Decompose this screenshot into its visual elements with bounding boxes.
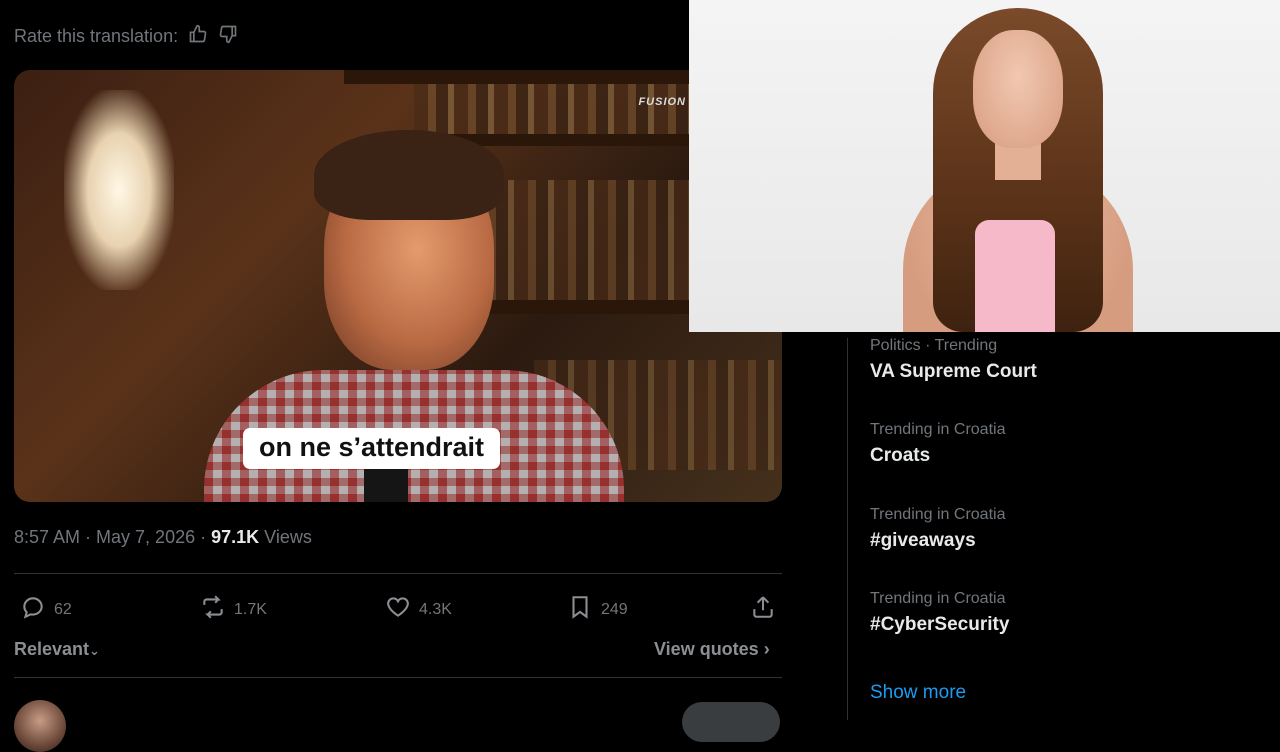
reply-sort-label: Relevant (14, 639, 90, 659)
presenter-face (973, 30, 1063, 148)
trend-name: #giveaways (870, 530, 976, 551)
heart-icon (385, 594, 411, 625)
show-more-link[interactable]: Show more (870, 682, 966, 704)
view-quotes-label: View quotes (654, 639, 759, 659)
tweet-timestamp[interactable]: 8:57 AM · May 7, 2026 · (14, 527, 211, 547)
view-quotes-link[interactable]: View quotes › (654, 639, 770, 660)
share-icon (750, 594, 776, 625)
more-options-icon[interactable]: ⋮ (1272, 593, 1280, 614)
more-options-icon[interactable]: ⋮ (1272, 340, 1280, 361)
trend-category: Trending in Croatia (870, 421, 1006, 438)
divider (14, 677, 782, 678)
bookmark-button[interactable]: 249 (567, 594, 628, 625)
reply-submit-button[interactable] (682, 702, 780, 742)
webcam-overlay (689, 0, 1280, 332)
trend-item[interactable]: Trending in Croatia #giveaways (870, 506, 1005, 552)
trend-category: Trending in Croatia (870, 590, 1006, 607)
views-label: Views (259, 527, 312, 547)
video-caption: on ne s’attendrait (243, 428, 501, 469)
avatar[interactable] (14, 700, 66, 752)
thumbs-down-icon[interactable] (218, 24, 238, 49)
trend-name: Croats (870, 445, 931, 466)
rate-translation-label: Rate this translation: (14, 26, 179, 46)
more-options-icon[interactable]: ⋮ (1272, 509, 1280, 530)
video-watermark: FUSION (638, 96, 686, 108)
chevron-right-icon: › (763, 639, 770, 659)
more-options-icon[interactable]: ⋮ (1272, 424, 1280, 445)
rate-translation-row: Rate this translation: (14, 24, 238, 49)
trend-item[interactable]: Politics · Trending VA Supreme Court (870, 337, 1037, 383)
like-count: 4.3K (419, 600, 452, 618)
background-window (64, 90, 174, 290)
bookmark-icon (567, 594, 593, 625)
trend-category: Trending in Croatia (870, 506, 1006, 523)
share-button[interactable] (750, 594, 776, 625)
column-divider (847, 338, 848, 720)
hair (314, 130, 504, 220)
bookmark-count: 249 (601, 600, 628, 618)
views-count: 97.1K (211, 527, 260, 547)
video-player[interactable]: FUSION on ne s’attendrait (14, 70, 782, 502)
reply-button[interactable]: 62 (20, 594, 72, 625)
reply-sort-dropdown[interactable]: Relevant⌄ (14, 639, 100, 660)
repost-count: 1.7K (234, 600, 267, 618)
presenter-top (975, 220, 1055, 332)
repost-button[interactable]: 1.7K (200, 594, 267, 625)
repost-icon (200, 594, 226, 625)
tweet-meta: 8:57 AM · May 7, 2026 · 97.1K Views (14, 527, 312, 548)
reply-icon (20, 594, 46, 625)
thumbs-up-icon[interactable] (188, 24, 208, 49)
divider (14, 573, 782, 574)
reply-count: 62 (54, 600, 72, 618)
trend-item[interactable]: Trending in Croatia Croats (870, 421, 1005, 467)
like-button[interactable]: 4.3K (385, 594, 452, 625)
trend-item[interactable]: Trending in Croatia #CyberSecurity (870, 590, 1009, 636)
trend-name: #CyberSecurity (870, 614, 1010, 635)
chevron-down-icon: ⌄ (89, 643, 100, 658)
trend-name: VA Supreme Court (870, 361, 1037, 382)
trend-category: Politics · Trending (870, 337, 998, 354)
